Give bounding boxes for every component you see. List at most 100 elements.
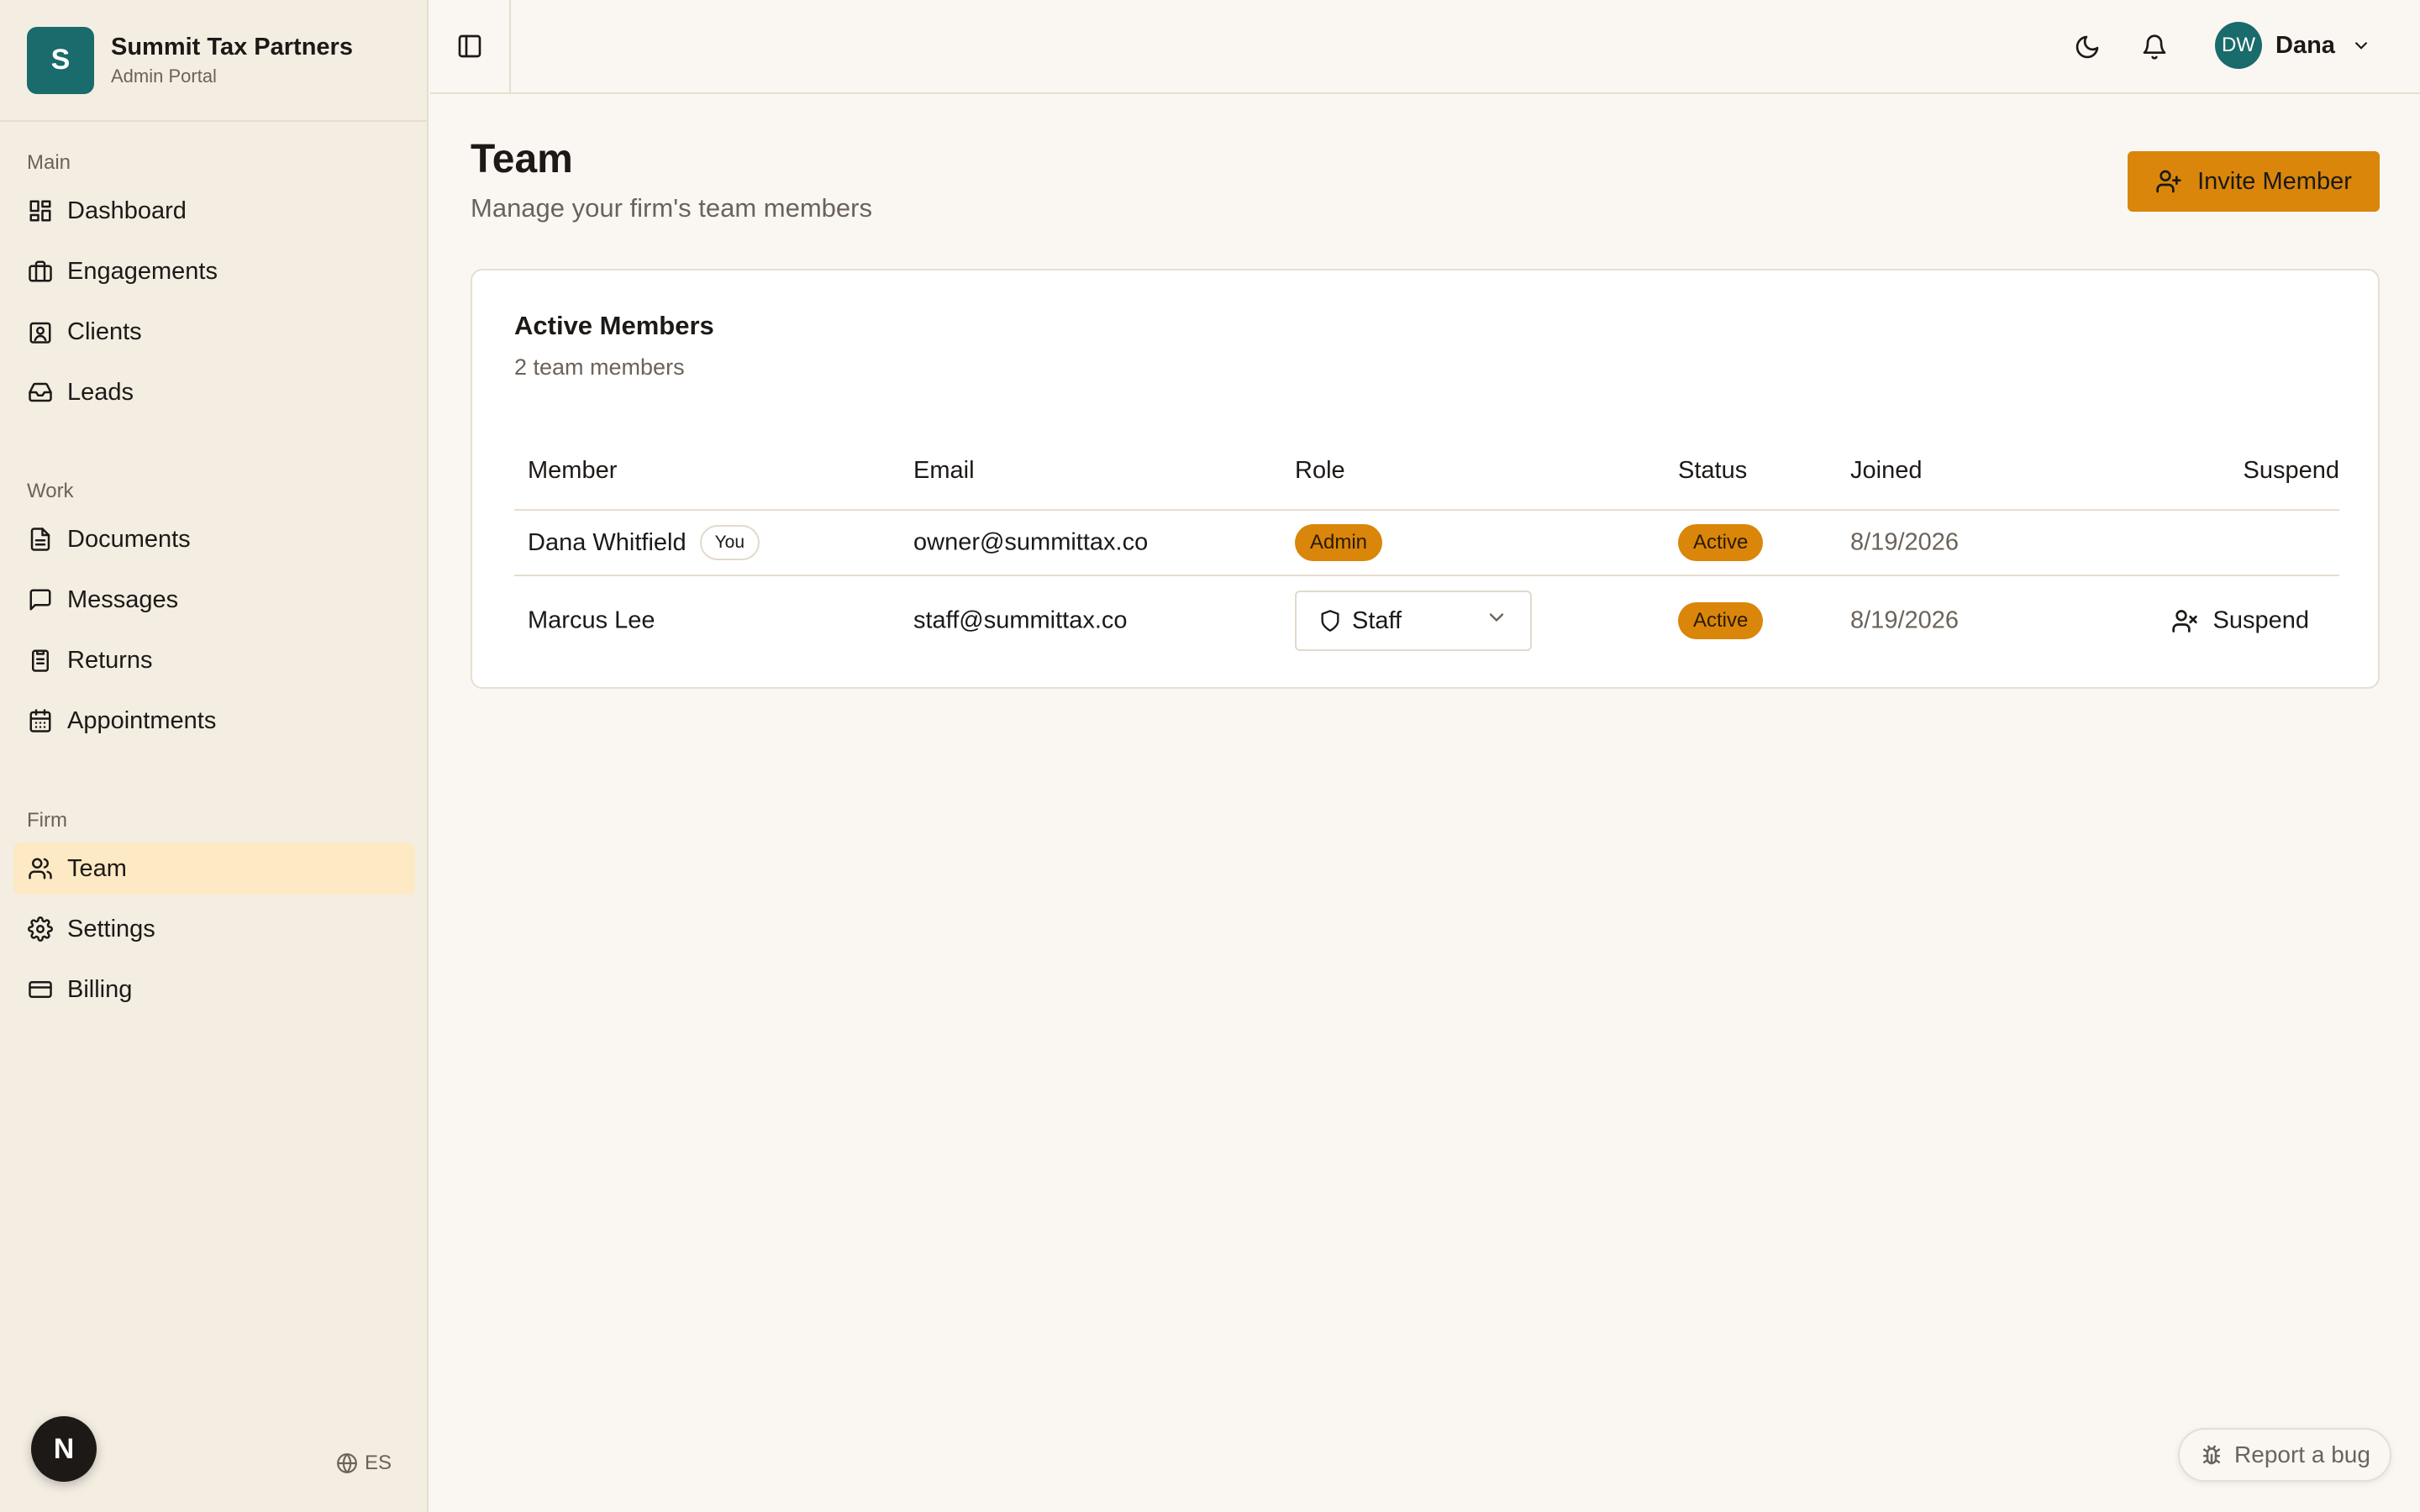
member-cell: Dana Whitfield You — [528, 525, 760, 560]
invite-member-label: Invite Member — [2197, 167, 2352, 195]
sidebar-item-dashboard[interactable]: Dashboard — [13, 185, 415, 237]
users-icon — [27, 855, 54, 882]
dark-mode-toggle[interactable] — [2070, 30, 2104, 64]
member-name: Marcus Lee — [528, 606, 655, 634]
brand-logo: S — [27, 26, 94, 94]
user-x-icon — [2171, 609, 2197, 633]
shield-icon — [1321, 610, 1339, 632]
report-bug-button[interactable]: Report a bug — [2178, 1428, 2391, 1482]
column-header-status: Status — [1678, 457, 1748, 484]
column-header-suspend: Suspend — [2243, 457, 2340, 484]
sidebar-toggle-button[interactable] — [430, 0, 511, 92]
sidebar-item-label: Engagements — [67, 257, 218, 285]
user-plus-icon — [2156, 170, 2181, 193]
sidebar-item-leads[interactable]: Leads — [13, 366, 415, 418]
report-bug-label: Report a bug — [2234, 1441, 2370, 1467]
sidebar-item-documents[interactable]: Documents — [13, 513, 415, 565]
joined-date: 8/19/2026 — [1850, 606, 1960, 634]
globe-icon — [337, 1453, 357, 1473]
sidebar-item-returns[interactable]: Returns — [13, 634, 415, 686]
brand-header[interactable]: S Summit Tax Partners Admin Portal — [0, 0, 427, 122]
joined-date: 8/19/2026 — [1850, 528, 1960, 556]
sidebar-item-engagements[interactable]: Engagements — [13, 245, 415, 297]
sidebar-item-messages[interactable]: Messages — [13, 574, 415, 626]
column-header-email: Email — [913, 457, 975, 484]
clipboard-icon — [27, 647, 54, 674]
document-icon — [27, 526, 54, 553]
sidebar-item-clients[interactable]: Clients — [13, 306, 415, 358]
language-switcher[interactable]: ES — [336, 1452, 392, 1475]
nav-heading: Work — [27, 480, 74, 502]
role-select-value: Staff — [1352, 606, 1402, 634]
brand-name: Summit Tax Partners — [111, 34, 353, 61]
sidebar-item-label: Billing — [67, 975, 133, 1003]
status-badge: Active — [1678, 524, 1764, 561]
sidebar: S Summit Tax Partners Admin Portal Main … — [0, 0, 429, 1512]
notifications-button[interactable] — [2138, 30, 2171, 64]
role-cell: Admin — [1295, 524, 1383, 561]
table-row: Marcus Lee staff@summittax.co Staff Acti… — [514, 576, 2339, 665]
sidebar-item-label: Settings — [67, 915, 155, 942]
sidebar-item-label: Team — [67, 854, 127, 882]
table-header-row: Member Email Role Status Joined Suspend — [514, 430, 2339, 511]
contact-icon — [27, 318, 54, 345]
sidebar-item-label: Appointments — [67, 706, 217, 734]
column-header-role: Role — [1295, 457, 1345, 484]
status-badge: Active — [1678, 602, 1764, 639]
sidebar-item-label: Clients — [67, 318, 142, 345]
role-select[interactable]: Staff — [1295, 591, 1532, 651]
user-name: Dana — [2275, 31, 2335, 59]
sidebar-item-label: Leads — [67, 378, 134, 406]
sidebar-item-label: Dashboard — [67, 197, 187, 224]
sidebar-item-billing[interactable]: Billing — [13, 963, 415, 1016]
nav-heading: Main — [27, 151, 71, 174]
avatar: DW — [2215, 22, 2262, 69]
role-badge: Admin — [1295, 524, 1383, 561]
panel-left-icon — [458, 34, 481, 58]
briefcase-icon — [27, 258, 54, 285]
page-title: Team — [471, 137, 573, 181]
sidebar-item-team[interactable]: Team — [13, 843, 415, 895]
sidebar-item-label: Returns — [67, 646, 153, 674]
language-label: ES — [365, 1452, 392, 1474]
member-email: staff@summittax.co — [913, 606, 1128, 634]
member-name: Dana Whitfield — [528, 528, 687, 556]
page-subtitle: Manage your firm's team members — [471, 193, 872, 223]
calendar-icon — [27, 707, 54, 734]
user-menu[interactable]: DW Dana — [2215, 22, 2374, 69]
status-cell: Active — [1678, 524, 1764, 561]
nav-section-work: Work Documents Messages Returns Appointm… — [0, 475, 429, 747]
nav-section-main: Main Dashboard Engagements Clients Leads — [0, 146, 429, 418]
sidebar-item-label: Messages — [67, 585, 179, 613]
bell-icon — [2143, 34, 2166, 60]
role-cell: Staff — [1295, 591, 1532, 651]
nav-section-firm: Firm Team Settings Billing — [0, 804, 429, 1016]
sidebar-item-label: Documents — [67, 525, 191, 553]
suspend-button[interactable]: Suspend — [2171, 607, 2309, 635]
table-row: Dana Whitfield You owner@summittax.co Ad… — [514, 511, 2339, 576]
active-members-card: Active Members 2 team members Member Ema… — [471, 269, 2380, 689]
invite-member-button[interactable]: Invite Member — [2128, 151, 2380, 212]
inbox-icon — [27, 379, 54, 406]
card-title: Active Members — [514, 311, 714, 340]
message-icon — [27, 586, 54, 613]
bug-icon — [2203, 1445, 2221, 1465]
nav-heading: Firm — [27, 809, 67, 832]
dashboard-icon — [27, 197, 54, 224]
chevron-down-icon — [1485, 606, 1508, 636]
app-root: S Summit Tax Partners Admin Portal Main … — [0, 0, 2420, 1512]
status-cell: Active — [1678, 602, 1764, 639]
column-header-joined: Joined — [1850, 457, 1923, 484]
column-header-member: Member — [528, 457, 618, 484]
chevron-down-icon — [2350, 34, 2374, 57]
gear-icon — [27, 916, 54, 942]
member-count: 2 team members — [514, 354, 685, 380]
topbar: DW Dana — [430, 0, 2420, 94]
member-email: owner@summittax.co — [913, 528, 1149, 556]
sidebar-item-appointments[interactable]: Appointments — [13, 695, 415, 747]
brand-subtitle: Admin Portal — [111, 65, 217, 87]
sidebar-item-settings[interactable]: Settings — [13, 903, 415, 955]
credit-card-icon — [27, 976, 54, 1003]
you-badge: You — [699, 525, 760, 560]
dev-tools-badge[interactable]: N — [31, 1416, 97, 1482]
